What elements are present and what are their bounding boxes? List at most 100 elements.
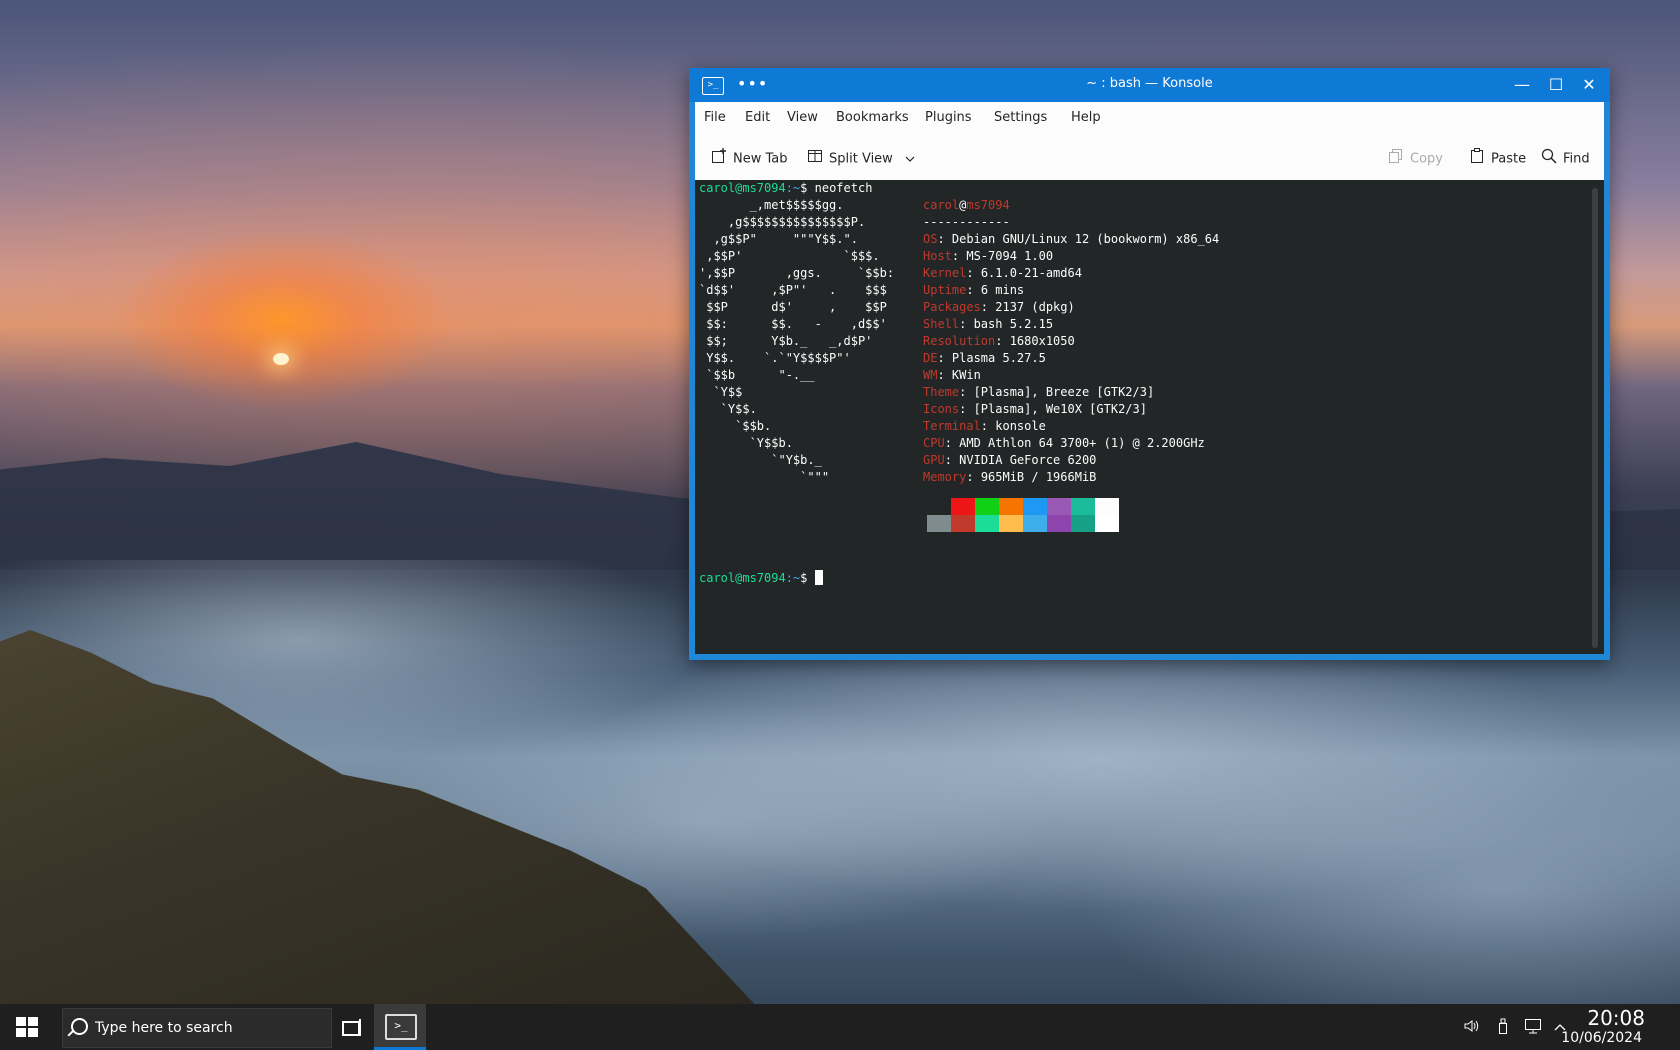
search-placeholder: Type here to search [95,1020,233,1036]
prompt-user: carol@ms7094 [699,181,786,195]
info-header-user: carol [923,198,960,212]
menu-bookmarks[interactable]: Bookmarks [836,110,909,125]
search-box[interactable]: Type here to search [62,1008,332,1048]
color-swatch [1071,498,1095,515]
info-row: Theme: [Plasma], Breeze [GTK2/3] [923,384,1154,401]
info-row: WM: KWin [923,367,981,384]
ascii-art-line: $$; Y$b._ _,d$P' [699,334,873,348]
new-tab-button[interactable]: New Tab [711,148,788,167]
color-swatch [951,498,975,515]
prompt-user: carol@ms7094 [699,571,786,585]
command-line: carol@ms7094:~$ neofetch [699,180,872,197]
ascii-art-line: `"Y$b._ [699,453,822,467]
copy-label: Copy [1410,151,1443,167]
windows-logo-icon [16,1017,38,1037]
close-button[interactable]: ✕ [1576,72,1602,98]
info-label: Resolution [923,334,996,348]
info-value: 965MiB / 1966MiB [980,470,1097,484]
magnifier-icon [1541,148,1557,170]
clock-date[interactable]: 10/06/2024 [1561,1030,1642,1046]
ascii-art-line: Y$$. `.`"Y$$$$P"' [699,351,851,365]
new-tab-label: New Tab [733,151,788,167]
maximize-button[interactable]: ☐ [1543,72,1569,98]
window-title: ~ : bash — Konsole [1086,76,1213,91]
scrollbar[interactable] [1592,188,1598,648]
ascii-art-line: ,g$$$$$$$$$$$$$$$P. [699,215,866,229]
usb-icon[interactable] [1497,1018,1509,1038]
menu-view[interactable]: View [787,110,818,125]
info-value: NVIDIA GeForce 6200 [959,453,1097,467]
ascii-art-line: ',$$P ,ggs. `$$b: [699,266,895,280]
info-label: WM [923,368,938,382]
find-button[interactable]: Find [1541,148,1590,167]
info-label: Host [923,249,952,263]
info-label: Icons [923,402,960,416]
prompt-path: :~ [785,571,801,585]
info-colon: : [995,334,1010,348]
info-value: konsole [995,419,1046,433]
color-swatch [1047,498,1071,515]
info-value: MS-7094 1.00 [966,249,1054,263]
color-swatch [1047,515,1071,532]
chevron-down-icon[interactable] [905,152,915,167]
copy-button[interactable]: Copy [1388,148,1443,167]
info-colon: : [959,317,974,331]
ascii-art-line: $$: $$. - ,d$$' [699,317,887,331]
ascii-art-line: ,$$P' `$$$. [699,249,880,263]
task-view-button[interactable] [340,1018,362,1036]
task-view-icon [342,1021,360,1036]
minimize-button[interactable]: — [1509,72,1535,98]
search-icon [71,1018,88,1035]
paste-button[interactable]: Paste [1469,148,1526,167]
terminal-view[interactable]: carol@ms7094:~$ neofetch carol@ms7094 --… [695,180,1604,654]
volume-icon[interactable] [1463,1018,1479,1038]
info-colon: : [951,249,967,263]
menu-edit[interactable]: Edit [745,110,770,125]
info-row: GPU: NVIDIA GeForce 6200 [923,452,1096,469]
menu-plugins[interactable]: Plugins [925,110,972,125]
info-colon: : [966,283,981,297]
network-icon[interactable] [1524,1018,1542,1038]
info-label: CPU [923,436,945,450]
find-label: Find [1563,151,1590,167]
prompt-path: :~ [785,181,801,195]
paste-icon [1469,148,1485,170]
info-colon: : [944,436,960,450]
menu-file[interactable]: File [704,110,726,125]
info-row: Memory: 965MiB / 1966MiB [923,469,1096,486]
info-row: Packages: 2137 (dpkg) [923,299,1075,316]
ascii-art-line: `d$$' ,$P"' . $$$ [699,283,887,297]
menu-bar: File Edit View Bookmarks Plugins Setting… [695,102,1604,134]
info-label: Terminal [923,419,981,433]
window-titlebar[interactable]: >_ ••• ~ : bash — Konsole — ☐ ✕ [689,68,1610,102]
ascii-art-line: `Y$$b. [699,436,793,450]
info-row: DE: Plasma 5.27.5 [923,350,1046,367]
konsole-window[interactable]: >_ ••• ~ : bash — Konsole — ☐ ✕ File Edi… [689,68,1610,660]
ascii-art-line: `Y$$ [699,385,743,399]
ascii-art-line: `Y$$. [699,402,757,416]
info-value: bash 5.2.15 [973,317,1054,331]
info-colon: : [937,368,952,382]
info-value: [Plasma], Breeze [GTK2/3] [973,385,1155,399]
taskbar: Type here to search >_ 20:08 10/06/2024 [0,1004,1680,1050]
info-label: GPU [923,453,945,467]
start-button[interactable] [0,1004,54,1050]
active-prompt[interactable]: carol@ms7094:~$ [699,570,823,587]
info-label: OS [923,232,938,246]
ascii-art-line: ,g$$P" """Y$$.". [699,232,858,246]
info-label: Shell [923,317,960,331]
taskbar-konsole-button[interactable]: >_ [374,1004,426,1050]
text-cursor [814,570,823,585]
info-colon: : [980,300,996,314]
ascii-art-line: `""" [699,470,830,484]
clock-time[interactable]: 20:08 [1587,1006,1645,1030]
color-swatch [1095,498,1119,515]
color-swatch [1095,515,1119,532]
info-row: Icons: [Plasma], We10X [GTK2/3] [923,401,1147,418]
menu-settings[interactable]: Settings [994,110,1047,125]
ascii-art-line: `$$b "-.__ [699,368,815,382]
split-view-button[interactable]: Split View [807,148,915,167]
color-swatch [1023,515,1047,532]
color-swatch [1071,515,1095,532]
menu-help[interactable]: Help [1071,110,1101,125]
